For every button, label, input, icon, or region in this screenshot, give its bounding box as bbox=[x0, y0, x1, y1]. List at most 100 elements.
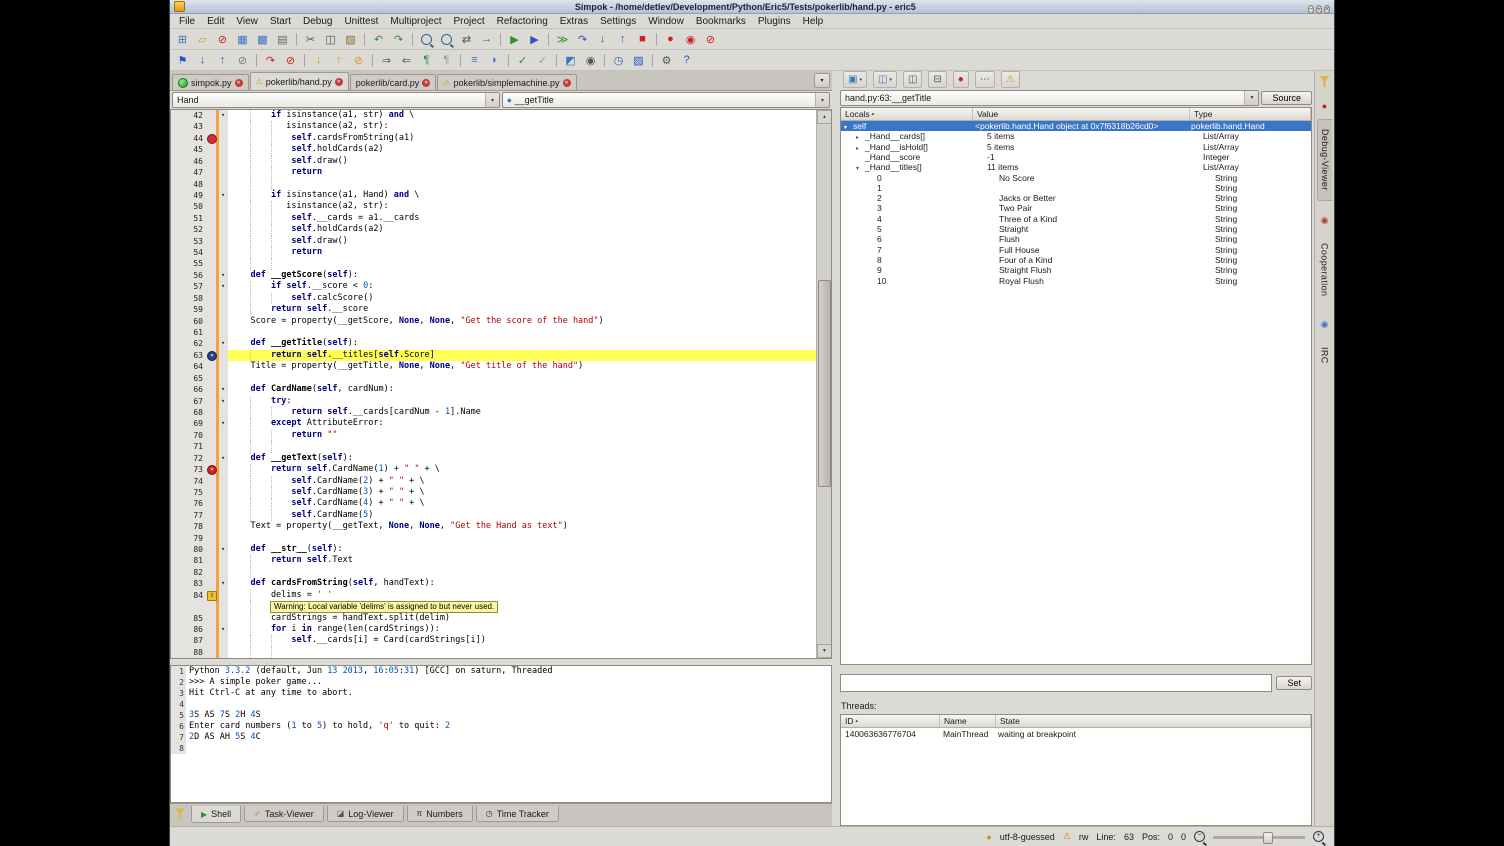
code-text[interactable] bbox=[228, 179, 816, 190]
locals-row[interactable]: 8Four of a KindString bbox=[841, 255, 1311, 265]
zoom-out-icon[interactable]: − bbox=[1194, 831, 1205, 842]
line-number[interactable]: 85 bbox=[171, 613, 206, 624]
line-number[interactable]: 53 bbox=[171, 236, 206, 247]
code-text[interactable] bbox=[228, 327, 816, 338]
step-over-icon[interactable]: ↷ bbox=[573, 31, 592, 48]
line-number[interactable]: 65 bbox=[171, 373, 206, 384]
code-text[interactable]: def __getScore(self): bbox=[228, 270, 816, 281]
line-number[interactable]: 70 bbox=[171, 430, 206, 441]
menu-edit[interactable]: Edit bbox=[201, 15, 230, 28]
close-tab-icon[interactable]: ✕ bbox=[422, 79, 430, 87]
shell-line[interactable]: 4 bbox=[171, 699, 831, 710]
scrollbar-thumb[interactable] bbox=[818, 280, 831, 487]
fold-arrow-icon[interactable]: ▾ bbox=[221, 270, 225, 280]
locals-row[interactable]: _Hand__score-1Integer bbox=[841, 152, 1311, 162]
locals-row[interactable]: 6FlushString bbox=[841, 234, 1311, 244]
menu-refactoring[interactable]: Refactoring bbox=[491, 15, 554, 28]
line-number[interactable]: 75 bbox=[171, 487, 206, 498]
tab-simpok[interactable]: simpok.py✕ bbox=[172, 74, 249, 90]
code-text[interactable]: self.cardsFromString(a1) bbox=[228, 133, 816, 144]
replace-icon[interactable]: ⇄ bbox=[457, 31, 476, 48]
code-text[interactable]: return self.__score bbox=[228, 304, 816, 315]
code-text[interactable] bbox=[228, 533, 816, 544]
coverage-icon[interactable]: ▧ bbox=[629, 52, 648, 69]
line-number[interactable]: 44 bbox=[171, 133, 206, 144]
locals-row[interactable]: 4Three of a KindString bbox=[841, 214, 1311, 224]
tab-log-viewer[interactable]: ◪Log-Viewer bbox=[327, 806, 404, 822]
line-number[interactable]: 56 bbox=[171, 270, 206, 281]
line-number[interactable]: 48 bbox=[171, 179, 206, 190]
open-source-icon[interactable]: ▣▾ bbox=[843, 71, 867, 88]
calltip-icon[interactable]: ◗ bbox=[485, 52, 504, 69]
line-number[interactable]: 51 bbox=[171, 213, 206, 224]
code-text[interactable]: self.holdCards(a2) bbox=[228, 224, 816, 235]
line-number[interactable]: 68 bbox=[171, 407, 206, 418]
code-text[interactable]: def __str__(self): bbox=[228, 544, 816, 555]
code-text[interactable]: delims = ' ' bbox=[228, 590, 816, 601]
fold-arrow-icon[interactable]: ▾ bbox=[221, 190, 225, 200]
code-text[interactable]: except AttributeError: bbox=[228, 418, 816, 429]
debug-script-icon[interactable]: ▶ bbox=[525, 31, 544, 48]
redo-icon[interactable]: ↷ bbox=[389, 31, 408, 48]
line-number[interactable]: 62 bbox=[171, 338, 206, 349]
profile-icon[interactable]: ◷ bbox=[609, 52, 628, 69]
locals-row[interactable]: 7Full HouseString bbox=[841, 245, 1311, 255]
exceptions-icon[interactable]: ⚠ bbox=[1001, 71, 1020, 88]
code-text[interactable]: return "" bbox=[228, 430, 816, 441]
menu-project[interactable]: Project bbox=[448, 15, 491, 28]
scroll-up-icon[interactable]: ▲ bbox=[817, 110, 832, 124]
menu-unittest[interactable]: Unittest bbox=[338, 15, 384, 28]
goto-syntax-error-icon[interactable]: ↷ bbox=[261, 52, 280, 69]
code-text[interactable]: self.calcScore() bbox=[228, 293, 816, 304]
tab-list-button[interactable]: ▾ bbox=[814, 73, 830, 88]
code-text[interactable]: def __getTitle(self): bbox=[228, 338, 816, 349]
line-number[interactable]: 63 bbox=[171, 350, 206, 361]
autocomplete-icon[interactable]: ≡ bbox=[465, 52, 484, 69]
code-text[interactable]: Title = property(__getTitle, None, None,… bbox=[228, 361, 816, 372]
fold-arrow-icon[interactable]: ▾ bbox=[221, 338, 225, 348]
fold-arrow-icon[interactable]: ▾ bbox=[221, 453, 225, 463]
clear-syntax-error-icon[interactable]: ⊘ bbox=[281, 52, 300, 69]
code-text[interactable]: return bbox=[228, 247, 816, 258]
menu-plugins[interactable]: Plugins bbox=[752, 15, 797, 28]
minimize-button[interactable]: − bbox=[1308, 5, 1314, 14]
code-text[interactable]: return self.__titles[self.Score] bbox=[228, 350, 816, 361]
scroll-down-icon[interactable]: ▼ bbox=[817, 644, 832, 658]
maximize-button[interactable]: + bbox=[1316, 5, 1322, 14]
tab-debug-viewer[interactable]: Debug-Viewer bbox=[1317, 119, 1332, 201]
warning-next-icon[interactable]: ↓ bbox=[309, 52, 328, 69]
stop-debug-icon[interactable]: ● bbox=[953, 71, 969, 88]
code-text[interactable]: isinstance(a2, str): bbox=[228, 201, 816, 212]
shell-line[interactable]: 53S AS 7S 2H 4S bbox=[171, 710, 831, 721]
locals-row[interactable]: 3Two PairString bbox=[841, 203, 1311, 213]
step-out-icon[interactable]: ↑ bbox=[613, 31, 632, 48]
code-lines[interactable]: 42▾ if isinstance(a1, str) and \43 isins… bbox=[171, 110, 816, 658]
preferences-icon[interactable]: ⚙ bbox=[657, 52, 676, 69]
code-text[interactable] bbox=[228, 373, 816, 384]
line-number[interactable]: 67 bbox=[171, 396, 206, 407]
column-header-type[interactable]: Type bbox=[1190, 108, 1311, 120]
fold-arrow-icon[interactable]: ▾ bbox=[221, 396, 225, 406]
search-next-icon[interactable] bbox=[437, 31, 456, 48]
cooperation-icon[interactable]: ◉ bbox=[1321, 319, 1329, 330]
tab-task-viewer[interactable]: ✓Task-Viewer bbox=[244, 806, 324, 822]
tab-hand[interactable]: ⚠pokerlib/hand.py✕ bbox=[250, 72, 349, 90]
code-text[interactable]: self.__cards = a1.__cards bbox=[228, 213, 816, 224]
save-all-icon[interactable]: ▩ bbox=[253, 31, 272, 48]
menu-view[interactable]: View bbox=[230, 15, 264, 28]
locals-row[interactable]: 1String bbox=[841, 183, 1311, 193]
menu-file[interactable]: File bbox=[173, 15, 201, 28]
line-number[interactable]: 83 bbox=[171, 578, 206, 589]
marker-margin[interactable]: ! bbox=[206, 590, 218, 601]
shell-text[interactable] bbox=[186, 743, 831, 754]
line-number[interactable]: 76 bbox=[171, 498, 206, 509]
locals-row[interactable]: 0No ScoreString bbox=[841, 172, 1311, 182]
shell-text[interactable]: Hit Ctrl-C at any time to abort. bbox=[186, 688, 831, 699]
menu-debug[interactable]: Debug bbox=[297, 15, 338, 28]
menu-help[interactable]: Help bbox=[797, 15, 830, 28]
code-text[interactable]: cardStrings = handText.split(delim) bbox=[228, 613, 816, 624]
code-text[interactable] bbox=[228, 647, 816, 658]
code-text[interactable]: def CardName(self, cardNum): bbox=[228, 384, 816, 395]
split-vertical-icon[interactable]: ◫ bbox=[903, 71, 922, 88]
code-text[interactable]: return bbox=[228, 167, 816, 178]
